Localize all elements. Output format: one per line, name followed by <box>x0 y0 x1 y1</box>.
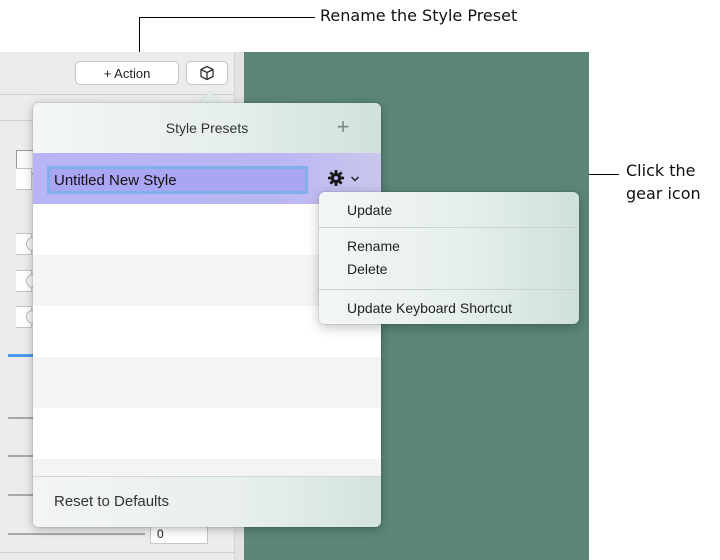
numeric-value-field[interactable]: 0 <box>150 524 208 544</box>
callout-rename-line-h <box>139 17 315 18</box>
blue-slider-track[interactable] <box>8 354 33 357</box>
cube-icon <box>200 65 214 81</box>
panel-divider <box>8 417 33 419</box>
reset-to-defaults-button[interactable]: Reset to Defaults <box>54 493 169 510</box>
panel-divider <box>0 120 33 121</box>
callout-rename-text: Rename the Style Preset <box>320 6 518 25</box>
popover-footer: Reset to Defaults <box>33 476 381 527</box>
panel-divider <box>8 494 33 496</box>
gear-dropdown-menu: Update Rename Delete Update Keyboard Sho… <box>319 192 579 324</box>
callout-gear-text-2: gear icon <box>626 184 701 203</box>
panel-divider <box>0 552 234 553</box>
add-action-label: + Action <box>103 65 151 81</box>
style-presets-button[interactable] <box>186 61 228 85</box>
popover-header: Style Presets + <box>33 103 381 153</box>
add-action-button[interactable]: + Action <box>75 61 179 85</box>
add-preset-button[interactable]: + <box>329 114 357 142</box>
preset-row-empty <box>33 357 381 408</box>
field-box[interactable] <box>16 168 32 190</box>
preset-name-input[interactable] <box>47 166 308 194</box>
menu-item-update[interactable]: Update <box>347 202 392 218</box>
chevron-down-icon <box>350 176 360 182</box>
preset-row-empty <box>33 408 381 459</box>
gear-menu-button[interactable] <box>327 169 363 189</box>
menu-separator <box>319 289 579 290</box>
menu-item-delete[interactable]: Delete <box>347 261 387 277</box>
slider-track[interactable] <box>8 533 145 535</box>
menu-item-rename[interactable]: Rename <box>347 238 400 254</box>
menu-item-update-keyboard-shortcut[interactable]: Update Keyboard Shortcut <box>347 300 512 316</box>
callout-gear-text-1: Click the <box>626 161 696 180</box>
panel-divider <box>0 94 234 95</box>
menu-separator <box>319 227 579 228</box>
preset-row-empty <box>33 459 381 476</box>
panel-divider <box>8 455 33 457</box>
gear-icon <box>328 170 344 186</box>
